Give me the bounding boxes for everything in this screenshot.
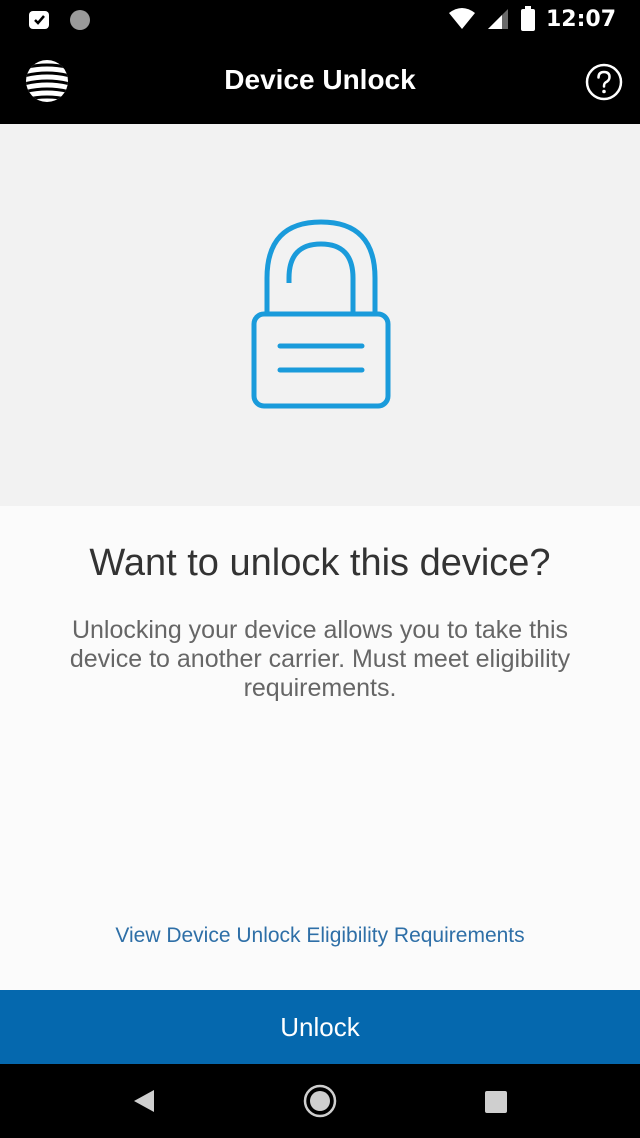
navigation-bar <box>0 1064 640 1138</box>
circle-notification-icon <box>70 10 90 30</box>
back-icon[interactable] <box>132 1088 156 1114</box>
unlock-description: Unlocking your device allows you to take… <box>69 616 571 702</box>
page-title: Device Unlock <box>224 64 416 95</box>
signal-icon <box>487 9 508 29</box>
notification-icon <box>29 11 49 29</box>
recents-icon[interactable] <box>485 1091 507 1113</box>
unlock-heading: Want to unlock this device? <box>89 542 551 584</box>
battery-icon <box>520 6 535 31</box>
content-section: Want to unlock this device? Unlocking yo… <box>0 506 640 990</box>
hero-banner <box>0 124 640 506</box>
padlock-icon <box>251 219 391 409</box>
wifi-icon <box>448 8 475 29</box>
status-bar: 12:07 <box>0 0 640 42</box>
unlock-button[interactable]: Unlock <box>0 990 640 1064</box>
app-bar: Device Unlock <box>0 42 640 124</box>
eligibility-requirements-link[interactable]: View Device Unlock Eligibility Requireme… <box>0 924 640 948</box>
home-icon[interactable] <box>303 1084 337 1118</box>
help-icon[interactable] <box>584 62 624 102</box>
status-time: 12:07 <box>545 6 616 32</box>
